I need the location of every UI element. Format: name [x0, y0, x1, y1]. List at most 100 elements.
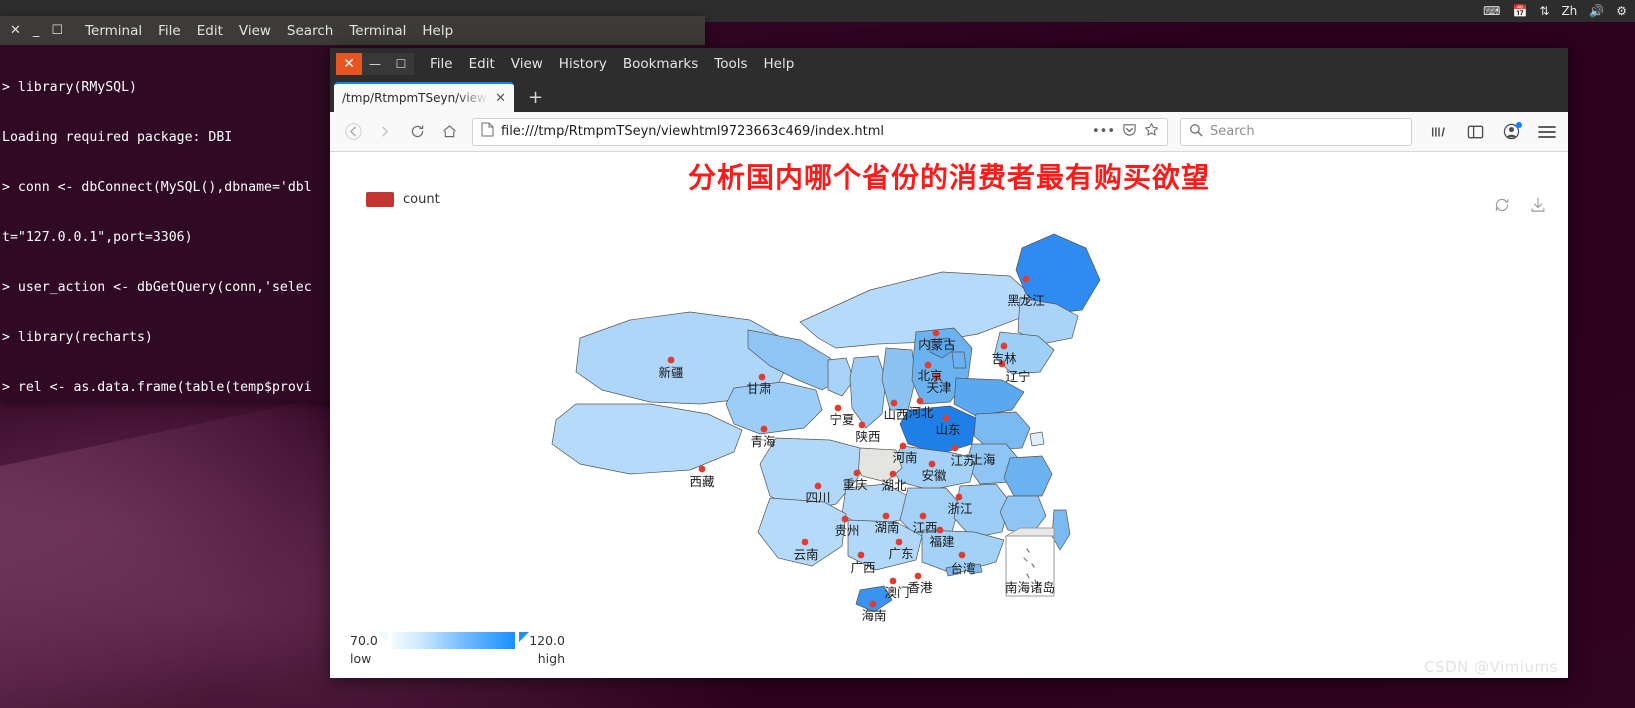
browser-menu-edit[interactable]: Edit — [469, 56, 495, 72]
browser-close-icon[interactable]: ✕ — [336, 53, 362, 75]
browser-menu-file[interactable]: File — [430, 56, 453, 72]
province-shanghai[interactable] — [1029, 431, 1045, 447]
sidebar-icon[interactable] — [1462, 117, 1488, 147]
terminal-close-icon[interactable]: ✕ — [10, 24, 21, 37]
terminal-menu-edit[interactable]: Edit — [197, 23, 223, 39]
new-tab-button[interactable]: + — [514, 87, 555, 112]
marker-hubei[interactable] — [889, 470, 897, 478]
marker-jiangxi[interactable] — [919, 512, 927, 520]
marker-guizhou[interactable] — [841, 515, 849, 523]
browser-tabstrip[interactable]: /tmp/RtmpmTSeyn/viewhtml ✕ + — [330, 80, 1568, 112]
china-choropleth-map[interactable]: .pv { stroke:#555; stroke-width:0.7; } .… — [330, 152, 1568, 678]
volume-icon[interactable]: 🔊 — [1589, 5, 1604, 17]
terminal-maximize-icon[interactable]: ☐ — [51, 24, 63, 37]
terminal-menu-view[interactable]: View — [239, 23, 271, 39]
marker-heilongjiang[interactable] — [1022, 275, 1030, 283]
visual-map-gradient-bar[interactable] — [391, 632, 516, 649]
marker-shaanxi[interactable] — [858, 421, 866, 429]
page-actions-icon[interactable]: ••• — [1092, 124, 1115, 139]
browser-minimize-icon[interactable]: — — [362, 53, 388, 75]
marker-sichuan[interactable] — [814, 482, 822, 490]
visual-map-legend[interactable]: 70.0 120.0 low high — [350, 632, 565, 666]
marker-guangdong[interactable] — [895, 538, 903, 546]
marker-jiangsu[interactable] — [951, 444, 959, 452]
browser-menu-tools[interactable]: Tools — [714, 56, 747, 72]
terminal-menubar[interactable]: Terminal File Edit View Search Terminal … — [85, 23, 453, 39]
close-icon[interactable]: ✕ — [495, 91, 506, 106]
forward-icon[interactable] — [370, 117, 400, 147]
province-qinghai[interactable] — [725, 381, 823, 435]
browser-toolbar-right[interactable] — [1414, 117, 1560, 147]
marker-guangxi[interactable] — [857, 551, 865, 559]
marker-chongqing[interactable] — [853, 469, 861, 477]
marker-shanxi[interactable] — [890, 399, 898, 407]
marker-yunnan[interactable] — [801, 538, 809, 546]
visual-map-handle-low[interactable] — [377, 632, 388, 642]
marker-shandong[interactable] — [942, 414, 950, 422]
province-shaanxi[interactable] — [849, 355, 887, 429]
input-method-indicator[interactable]: Zh — [1561, 5, 1577, 17]
terminal-menu-help[interactable]: Help — [422, 23, 453, 39]
browser-window-buttons[interactable]: ✕ — ☐ — [336, 53, 414, 75]
marker-gansu[interactable] — [758, 373, 766, 381]
terminal-menu-file[interactable]: File — [158, 23, 181, 39]
address-bar[interactable]: file:///tmp/RtmpmTSeyn/viewhtml9723663c4… — [472, 117, 1168, 146]
browser-menu-view[interactable]: View — [511, 56, 543, 72]
search-bar[interactable]: Search — [1180, 117, 1412, 146]
address-bar-url[interactable]: file:///tmp/RtmpmTSeyn/viewhtml9723663c4… — [501, 124, 1085, 139]
browser-menubar[interactable]: File Edit View History Bookmarks Tools H… — [430, 56, 794, 72]
province-shanxi[interactable] — [881, 347, 917, 411]
marker-qinghai[interactable] — [760, 425, 768, 433]
marker-hainan[interactable] — [869, 600, 877, 608]
visual-map-scale[interactable]: 70.0 120.0 — [350, 632, 565, 649]
menu-icon[interactable] — [1534, 117, 1560, 147]
search-input[interactable]: Search — [1210, 124, 1255, 139]
province-zhejiang[interactable] — [1003, 455, 1053, 497]
browser-menu-bookmarks[interactable]: Bookmarks — [623, 56, 698, 72]
terminal-titlebar[interactable]: ✕ _ ☐ Terminal File Edit View Search Ter… — [0, 16, 705, 45]
visual-map-handle-high[interactable] — [519, 632, 530, 642]
calendar-icon[interactable]: 📅 — [1512, 5, 1527, 17]
marker-henan[interactable] — [899, 442, 907, 450]
browser-window[interactable]: ✕ — ☐ File Edit View History Bookmarks T… — [330, 48, 1568, 678]
browser-menu-help[interactable]: Help — [764, 56, 795, 72]
marker-zhejiang[interactable] — [955, 493, 963, 501]
marker-ningxia[interactable] — [834, 404, 842, 412]
browser-titlebar[interactable]: ✕ — ☐ File Edit View History Bookmarks T… — [330, 48, 1568, 80]
marker-jilin[interactable] — [1000, 342, 1008, 350]
marker-anhui[interactable] — [928, 460, 936, 468]
back-icon[interactable] — [338, 117, 368, 147]
marker-macau[interactable] — [889, 577, 897, 585]
terminal-menu-search[interactable]: Search — [287, 23, 333, 39]
province-tibet[interactable] — [551, 403, 743, 475]
keyboard-icon[interactable]: ⌨ — [1483, 5, 1500, 17]
marker-hebei[interactable] — [916, 397, 924, 405]
marker-hongkong[interactable] — [914, 572, 922, 580]
terminal-minimize-icon[interactable]: _ — [33, 24, 40, 37]
pocket-icon[interactable] — [1122, 122, 1137, 141]
marker-taiwan[interactable] — [958, 551, 966, 559]
browser-tab-active[interactable]: /tmp/RtmpmTSeyn/viewhtml ✕ — [334, 82, 514, 112]
marker-inner-mongolia[interactable] — [932, 329, 940, 337]
province-tianjin[interactable] — [951, 351, 967, 369]
reload-icon[interactable] — [402, 117, 432, 147]
terminal-window-buttons[interactable]: ✕ _ ☐ — [10, 24, 63, 37]
bookmark-star-icon[interactable] — [1144, 122, 1159, 141]
account-icon[interactable] — [1498, 117, 1524, 147]
map-svg[interactable]: .pv { stroke:#555; stroke-width:0.7; } .… — [330, 152, 1568, 678]
browser-menu-history[interactable]: History — [559, 56, 607, 72]
province-taiwan[interactable] — [1051, 509, 1071, 551]
marker-xinjiang[interactable] — [667, 356, 675, 364]
terminal-menu-terminal2[interactable]: Terminal — [349, 23, 406, 39]
library-icon[interactable] — [1426, 117, 1452, 147]
browser-maximize-icon[interactable]: ☐ — [388, 53, 414, 75]
terminal-menu-terminal[interactable]: Terminal — [85, 23, 142, 39]
browser-navbar[interactable]: file:///tmp/RtmpmTSeyn/viewhtml9723663c4… — [330, 112, 1568, 152]
power-icon[interactable]: ⚙ — [1616, 5, 1627, 17]
marker-tibet[interactable] — [698, 465, 706, 473]
marker-fujian[interactable] — [936, 526, 944, 534]
marker-hunan[interactable] — [882, 512, 890, 520]
home-icon[interactable] — [434, 117, 464, 147]
network-icon[interactable]: ⇅ — [1539, 5, 1549, 17]
province-inner-mongolia[interactable] — [799, 271, 1031, 349]
